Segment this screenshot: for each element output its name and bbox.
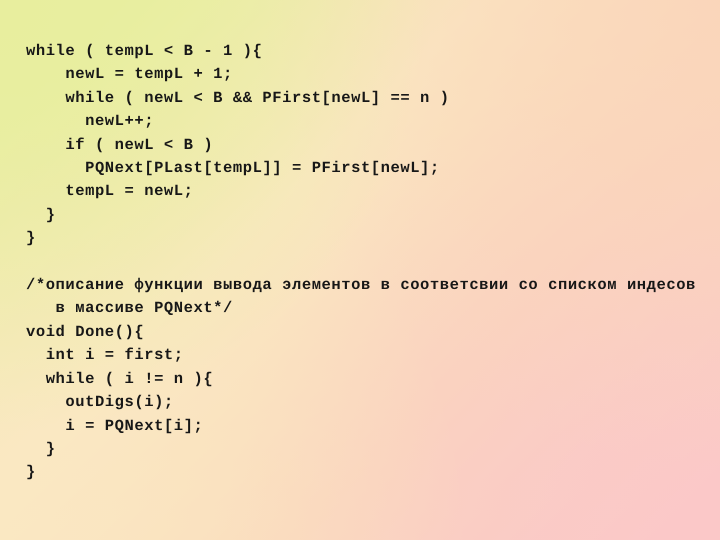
slide-canvas: while ( tempL < B - 1 ){ newL = tempL + …: [0, 0, 720, 540]
code-line: outDigs(i);: [26, 393, 174, 412]
code-line: в массиве PQNext*/: [26, 299, 233, 318]
code-line: }: [26, 463, 36, 482]
code-listing: while ( tempL < B - 1 ){ newL = tempL + …: [26, 40, 710, 485]
code-line: while ( newL < B && PFirst[newL] == n ): [26, 88, 450, 107]
code-line: while ( i != n ){: [26, 369, 214, 388]
code-line: while ( tempL < B - 1 ){: [26, 42, 263, 60]
code-line: }: [26, 439, 56, 458]
code-line: }: [26, 205, 56, 224]
code-line: if ( newL < B ): [26, 135, 214, 154]
code-line: }: [26, 229, 36, 248]
code-line: PQNext[PLast[tempL]] = PFirst[newL];: [26, 159, 440, 178]
code-line: /*описание функции вывода элементов в со…: [26, 276, 696, 295]
code-line: void Done(){: [26, 322, 145, 341]
code-line: i = PQNext[i];: [26, 416, 204, 435]
code-line: int i = first;: [26, 346, 184, 365]
code-line: tempL = newL;: [26, 182, 194, 201]
code-line: newL = tempL + 1;: [26, 65, 233, 84]
code-line: newL++;: [26, 112, 155, 131]
